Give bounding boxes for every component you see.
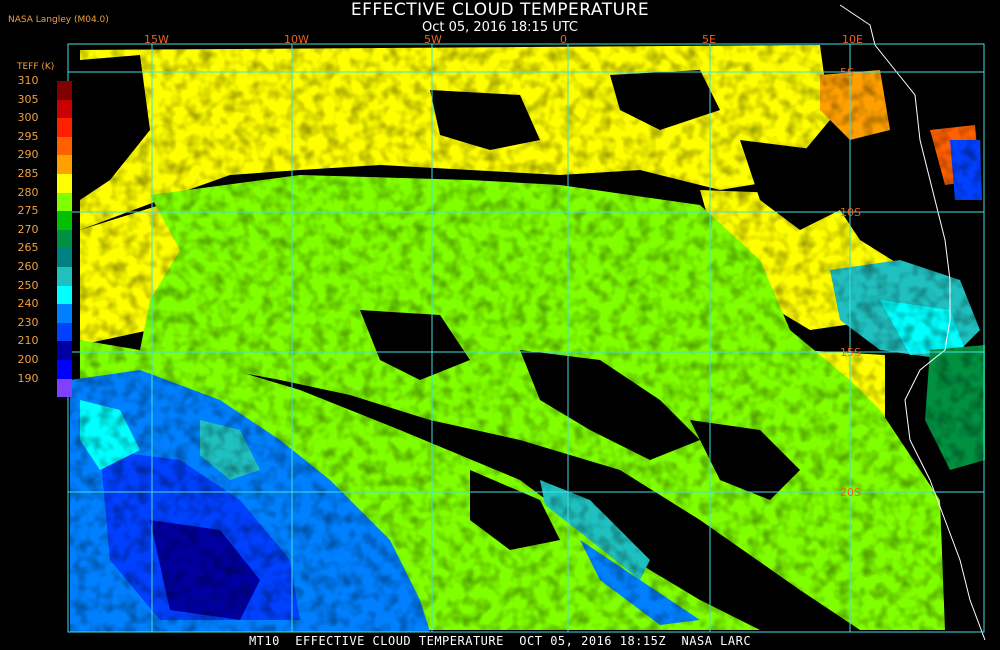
legend-swatch (57, 136, 72, 156)
legend-label: 290 (17, 148, 39, 162)
latitude-label: 20S (840, 486, 861, 499)
legend-swatch (57, 267, 72, 286)
longitude-label: 10E (842, 33, 863, 46)
legend-swatch (57, 99, 72, 119)
legend-swatch (57, 192, 72, 212)
latitude-label: 10S (840, 206, 861, 219)
legend-label: 275 (17, 204, 39, 218)
longitude-label: 15W (144, 33, 169, 46)
legend-swatch (57, 155, 72, 174)
texture-overlay (68, 44, 984, 632)
longitude-label: 0 (560, 33, 567, 46)
latitude-label: 15S (840, 346, 861, 359)
legend-label: 210 (17, 334, 39, 348)
page-title: EFFECTIVE CLOUD TEMPERATURE (350, 0, 650, 20)
legend-swatch (57, 304, 72, 323)
legend-swatch (57, 174, 72, 193)
legend-label: 285 (17, 167, 39, 180)
legend-label: 295 (17, 129, 39, 143)
longitude-label: 10W (284, 33, 309, 46)
legend-label: 250 (17, 278, 39, 292)
footer-caption: MT10 EFFECTIVE CLOUD TEMPERATURE OCT 05,… (248, 634, 752, 648)
legend-label: 310 (17, 74, 39, 87)
legend-swatch (57, 229, 72, 249)
legend-title: TEFF (K) (17, 62, 55, 72)
legend-swatch (57, 341, 72, 360)
legend-swatch (57, 211, 72, 230)
legend-swatch (57, 118, 72, 137)
legend-label: 270 (17, 222, 39, 236)
legend-swatch (57, 285, 72, 305)
legend-swatch (57, 248, 72, 267)
cloud-temperature-map (67, 4, 986, 641)
legend-swatch (57, 81, 72, 100)
legend-label: 200 (17, 353, 39, 366)
legend-label: 305 (17, 92, 39, 106)
legend-label: 280 (17, 185, 39, 199)
legend-label: 240 (17, 297, 39, 311)
legend-label: 260 (17, 260, 39, 273)
legend-label: 265 (17, 241, 39, 255)
legend-swatch (57, 378, 72, 398)
longitude-label: 5W (424, 33, 442, 46)
legend-label: 300 (17, 111, 39, 125)
latitude-label: 5S (840, 66, 854, 79)
legend-label: 190 (17, 371, 39, 385)
longitude-label: 5E (702, 33, 716, 46)
legend-swatch (57, 360, 72, 379)
legend-swatch (57, 322, 72, 342)
legend-label: 230 (17, 315, 39, 329)
